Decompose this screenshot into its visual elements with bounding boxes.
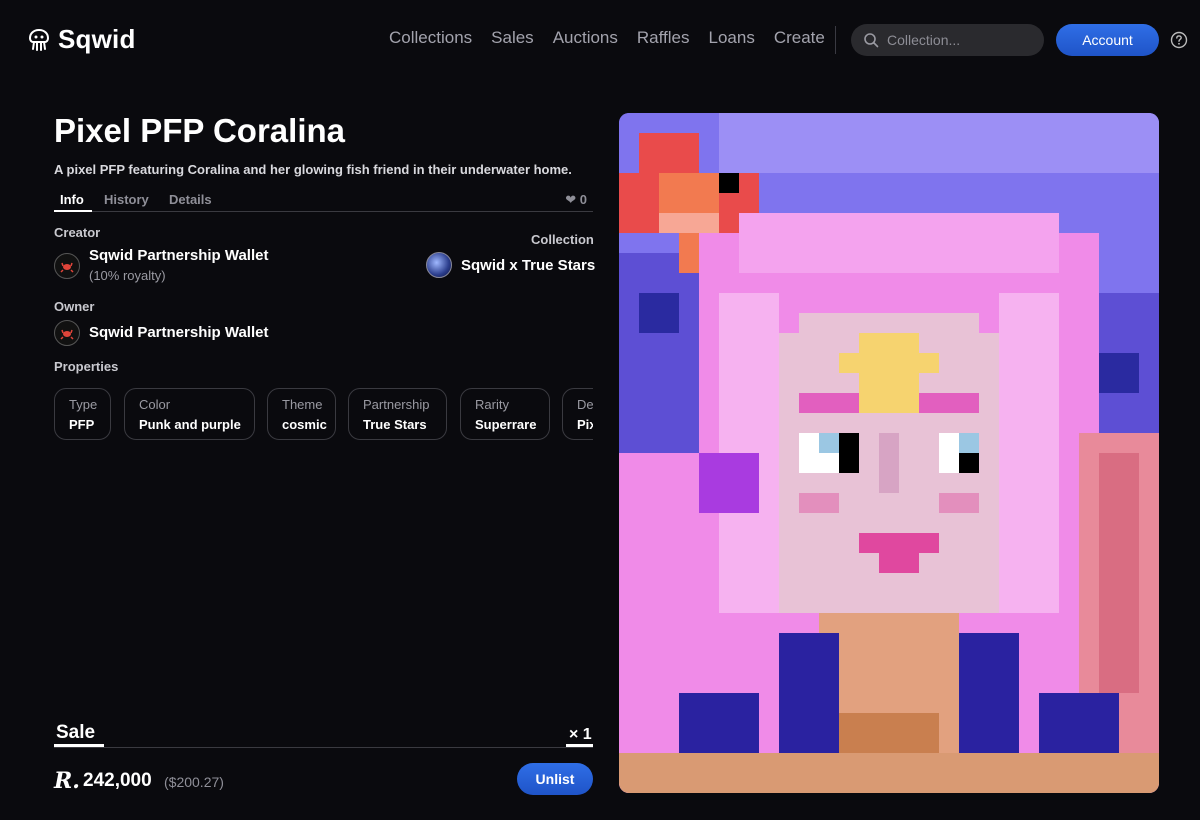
pixel-art-image [619,113,1159,793]
sale-title: Sale [56,722,96,743]
sale-price: 242,000 [83,770,152,791]
nav-loans[interactable]: Loans [709,28,755,48]
property-rarity: Rarity Superrare [460,388,550,440]
crab-avatar-icon [60,329,74,340]
creator-royalty: (10% royalty) [89,268,166,283]
tab-history[interactable]: History [104,192,149,207]
tab-details[interactable]: Details [169,192,212,207]
sale-divider [54,747,593,748]
property-theme: Theme cosmic [267,388,336,440]
property-value: PFP [69,417,95,432]
nav-divider [835,26,836,54]
search-box[interactable] [851,24,1044,56]
nav-create[interactable]: Create [774,28,825,48]
creator-label: Creator [54,225,101,240]
nav-collections[interactable]: Collections [389,28,472,48]
property-value: cosmic [282,417,327,432]
creator-avatar[interactable] [54,253,80,279]
quantity-underline [566,744,593,747]
property-key: Theme [282,397,323,412]
sale-price-usd: ($200.27) [164,774,224,790]
collection-name[interactable]: Sqwid x True Stars [461,257,595,274]
properties-list[interactable]: Type PFP Color Punk and purple Theme cos… [54,388,593,440]
tab-info[interactable]: Info [60,192,84,207]
property-type: Type PFP [54,388,111,440]
property-value: Punk and purple [139,417,241,432]
reef-currency-icon: R. [54,768,80,794]
help-icon[interactable] [1170,31,1188,49]
crab-avatar-icon [60,262,74,273]
sale-quantity: × 1 [569,726,592,743]
search-input[interactable] [887,32,1037,48]
logo-text: Sqwid [58,24,136,54]
property-key: Type [69,397,98,412]
main-nav: Collections Sales Auctions Raffles Loans… [389,28,825,48]
like-count[interactable]: ❤ 0 [565,192,587,208]
owner-avatar[interactable] [54,320,80,346]
property-partnership: Partnership True Stars [348,388,447,440]
property-value: True Stars [363,417,427,432]
property-design: De Pix [562,388,593,440]
property-key: Partnership [363,397,430,412]
unlist-button[interactable]: Unlist [517,763,593,795]
item-tabs: Info History Details ❤ 0 [54,190,593,212]
item-description: A pixel PFP featuring Coralina and her g… [54,162,572,177]
creator-name[interactable]: Sqwid Partnership Wallet [89,247,268,264]
top-navbar: Sqwid Collections Sales Auctions Raffles… [0,0,1200,80]
property-value: Pix [577,417,593,432]
nav-sales[interactable]: Sales [491,28,534,48]
collection-avatar[interactable] [426,252,452,278]
sqwid-logo-icon [28,28,50,51]
property-color: Color Punk and purple [124,388,255,440]
active-tab-indicator [54,210,92,212]
logo[interactable]: Sqwid [28,24,136,55]
properties-label: Properties [54,359,119,374]
owner-label: Owner [54,299,95,314]
property-value: Superrare [475,417,537,432]
nav-raffles[interactable]: Raffles [637,28,690,48]
search-icon [864,33,879,48]
collection-label: Collection [531,232,594,247]
account-button[interactable]: Account [1056,24,1159,56]
nav-auctions[interactable]: Auctions [553,28,618,48]
nft-image[interactable] [619,113,1159,793]
property-key: Color [139,397,171,412]
property-key: De [577,397,593,412]
property-key: Rarity [475,397,509,412]
item-title: Pixel PFP Coralina [54,112,346,149]
owner-name[interactable]: Sqwid Partnership Wallet [89,324,268,341]
